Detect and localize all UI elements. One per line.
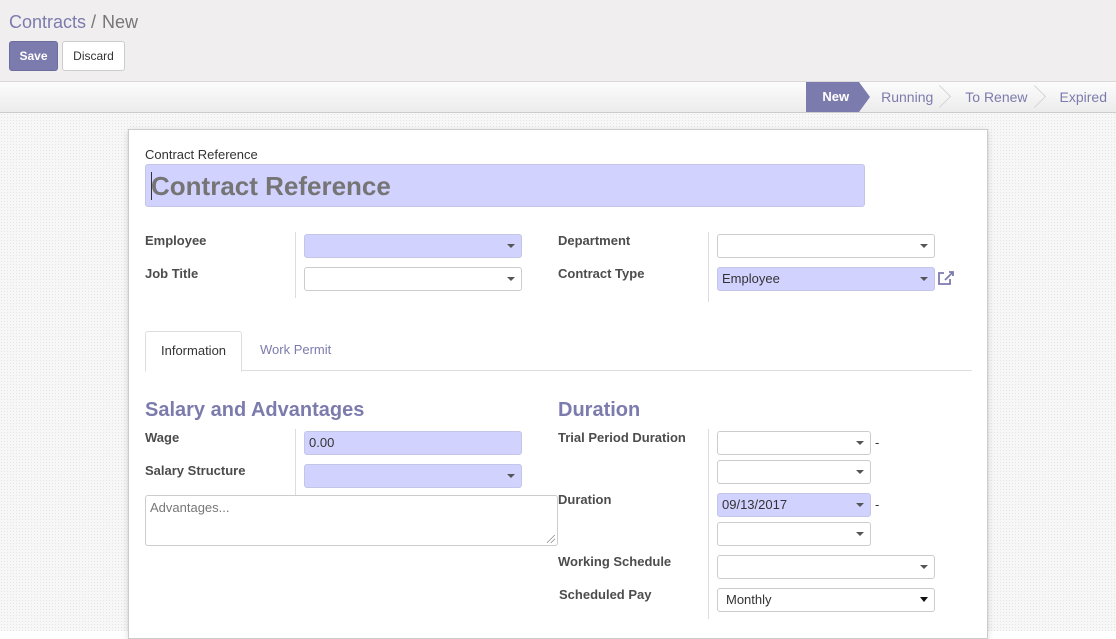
chevron-down-icon	[507, 474, 515, 478]
text-caret	[151, 172, 152, 200]
divider-line	[295, 429, 296, 495]
stage-to-renew[interactable]: To Renew	[943, 82, 1037, 112]
advantages-textarea[interactable]: Advantages...	[145, 495, 558, 546]
resize-handle-icon[interactable]	[547, 535, 555, 543]
duration-label: Duration	[558, 492, 612, 507]
chevron-down-icon	[507, 277, 515, 281]
contract-type-select[interactable]: Employee	[717, 267, 935, 291]
scheduled-pay-label: Scheduled Pay	[559, 587, 652, 602]
chevron-down-icon	[920, 597, 928, 602]
save-button[interactable]: Save	[9, 41, 58, 71]
wage-label: Wage	[145, 430, 180, 445]
date-range-dash: -	[875, 435, 880, 450]
stage-running[interactable]: Running	[859, 82, 943, 112]
job-title-select[interactable]	[304, 267, 522, 291]
breadcrumb-contracts-link[interactable]: Contracts	[9, 12, 86, 32]
chevron-down-icon	[856, 470, 864, 474]
tab-work-permit[interactable]: Work Permit	[245, 331, 346, 371]
divider-line	[295, 232, 296, 298]
wage-value: 0.00	[309, 435, 335, 450]
date-range-dash: -	[875, 497, 880, 512]
breadcrumb: Contracts / New	[9, 12, 138, 33]
duration-start-date[interactable]: 09/13/2017	[717, 493, 871, 517]
statusbar: New Running To Renew Expired	[0, 82, 1116, 113]
external-link-icon[interactable]	[936, 268, 956, 288]
chevron-down-icon	[856, 503, 864, 507]
breadcrumb-separator: /	[91, 12, 97, 32]
breadcrumb-current: New	[102, 12, 139, 32]
divider-line	[708, 429, 709, 619]
scheduled-pay-value: Monthly	[726, 592, 772, 607]
contract-type-label: Contract Type	[558, 266, 645, 281]
advantages-placeholder: Advantages...	[150, 500, 230, 515]
chevron-down-icon	[856, 441, 864, 445]
salary-structure-select[interactable]	[304, 464, 522, 488]
stage-expired[interactable]: Expired	[1038, 82, 1116, 112]
duration-start-value: 09/13/2017	[722, 497, 788, 512]
tab-information[interactable]: Information	[145, 331, 243, 372]
trial-start-date[interactable]	[717, 431, 871, 455]
chevron-down-icon	[920, 244, 928, 248]
working-schedule-select[interactable]	[717, 555, 935, 579]
notebook-tabs: Information Work Permit	[145, 331, 972, 372]
contract-reference-input[interactable]: Contract Reference	[145, 164, 865, 207]
chevron-down-icon	[507, 244, 515, 248]
contract-reference-placeholder: Contract Reference	[151, 171, 391, 201]
divider-line	[708, 232, 709, 302]
stage-new[interactable]: New	[806, 82, 870, 112]
duration-section-title: Duration	[558, 399, 641, 421]
chevron-down-icon	[856, 532, 864, 536]
contract-reference-label: Contract Reference	[145, 147, 258, 162]
employee-select[interactable]	[304, 234, 522, 258]
chevron-down-icon	[920, 565, 928, 569]
job-title-label: Job Title	[145, 266, 199, 281]
duration-end-date[interactable]	[717, 522, 871, 546]
wage-input[interactable]: 0.00	[304, 431, 522, 455]
working-schedule-label: Working Schedule	[558, 554, 672, 569]
form-sheet: Contract Reference Contract Reference Em…	[128, 129, 988, 639]
contract-type-value: Employee	[722, 271, 780, 286]
employee-label: Employee	[145, 233, 207, 248]
scheduled-pay-select[interactable]: Monthly	[717, 588, 935, 612]
stage-pipeline: New Running To Renew Expired	[806, 82, 1116, 112]
discard-button[interactable]: Discard	[62, 41, 125, 71]
chevron-down-icon	[920, 277, 928, 281]
department-select[interactable]	[717, 234, 935, 258]
department-label: Department	[558, 233, 631, 248]
salary-structure-label: Salary Structure	[145, 463, 246, 478]
trial-end-date[interactable]	[717, 460, 871, 484]
salary-section-title: Salary and Advantages	[145, 399, 365, 421]
trial-period-label: Trial Period Duration	[558, 430, 686, 445]
control-panel: Contracts / New Save Discard	[0, 0, 1116, 82]
